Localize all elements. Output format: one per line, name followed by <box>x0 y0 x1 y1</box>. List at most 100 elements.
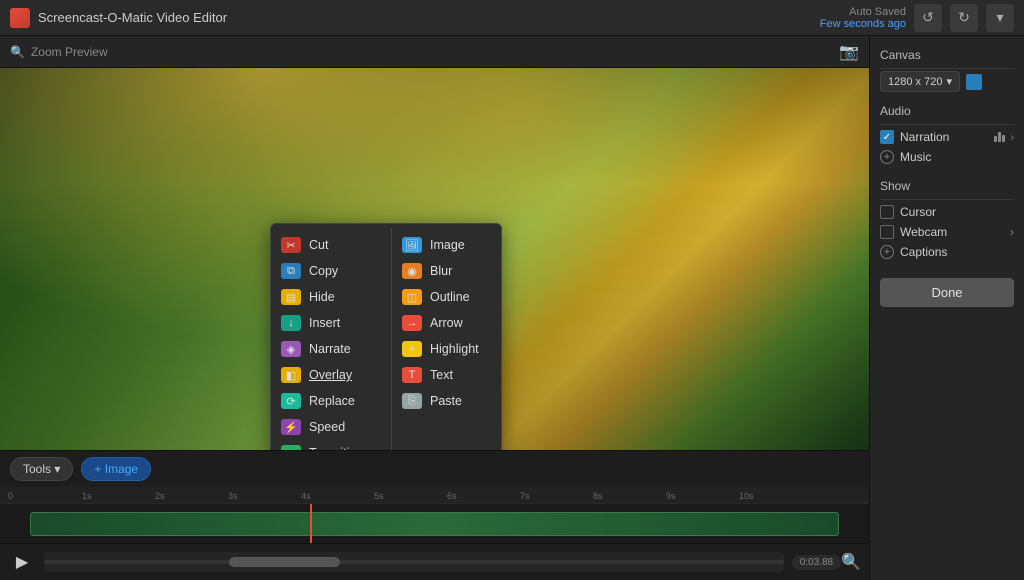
replace-icon: ⟳ <box>281 393 301 409</box>
speed-icon: ⚡ <box>281 419 301 435</box>
ruler-tick-1: 1s <box>82 491 92 501</box>
video-track-segment <box>30 512 839 536</box>
webcam-item: Webcam › <box>880 222 1014 242</box>
hide-label: Hide <box>309 290 335 304</box>
copy-label: Copy <box>309 264 338 278</box>
ruler-tick-4: 4s <box>301 491 311 501</box>
paste-label: Paste <box>430 394 462 408</box>
arrow-icon: → <box>402 315 422 331</box>
narrate-label: Narrate <box>309 342 351 356</box>
menu-item-blur[interactable]: ◉ Blur <box>392 258 501 284</box>
ruler-tick-7: 7s <box>520 491 530 501</box>
menu-item-highlight[interactable]: + Highlight <box>392 336 501 362</box>
overlay-icon: ◧ <box>281 367 301 383</box>
outline-icon: ◫ <box>402 289 422 305</box>
video-preview[interactable]: ✂ Cut ⧉ Copy ▤ Hide ↓ In <box>0 68 869 450</box>
menu-item-copy[interactable]: ⧉ Copy <box>271 258 391 284</box>
menu-item-text[interactable]: T Text <box>392 362 501 388</box>
app-title: Screencast-O-Matic Video Editor <box>38 10 227 25</box>
preview-toolbar: 🔍 Zoom Preview 📷 <box>0 36 869 68</box>
outline-label: Outline <box>430 290 470 304</box>
canvas-section: Canvas 1280 x 720 ▾ <box>880 48 1014 92</box>
hide-icon: ▤ <box>281 289 301 305</box>
cursor-checkbox[interactable] <box>880 205 894 219</box>
ruler-tick-9: 9s <box>666 491 676 501</box>
narration-label: Narration <box>900 130 988 144</box>
captions-label: Captions <box>900 245 947 259</box>
timeline-track[interactable] <box>0 503 869 543</box>
timeline-area: Tools ▾ + Image 0 1s 2s 3s 4s 5s 6s 7s 8… <box>0 450 869 580</box>
transition-icon: ⇢ <box>281 445 301 450</box>
narration-item: ✓ Narration › <box>880 127 1014 147</box>
search-icon-timeline[interactable]: 🔍 <box>841 552 861 572</box>
bar3 <box>1002 135 1005 142</box>
captions-item[interactable]: + Captions <box>880 242 1014 262</box>
menu-item-speed[interactable]: ⚡ Speed <box>271 414 391 440</box>
scrollbar-thumb[interactable] <box>229 557 340 567</box>
bar1 <box>994 136 997 142</box>
titlebar: Screencast-O-Matic Video Editor Auto Sav… <box>0 0 1024 36</box>
add-music-icon: + <box>880 150 894 164</box>
menu-item-outline[interactable]: ◫ Outline <box>392 284 501 310</box>
menu-item-cut[interactable]: ✂ Cut <box>271 232 391 258</box>
app: Screencast-O-Matic Video Editor Auto Sav… <box>0 0 1024 580</box>
bar2 <box>998 132 1001 142</box>
screenshot-icon[interactable]: 📷 <box>839 42 859 62</box>
menu-item-transition[interactable]: ⇢ Transition <box>271 440 391 450</box>
main: 🔍 Zoom Preview 📷 ✂ Cut <box>0 36 1024 580</box>
menu-col-left: ✂ Cut ⧉ Copy ▤ Hide ↓ In <box>271 228 391 450</box>
copy-icon: ⧉ <box>281 263 301 279</box>
narration-bars <box>994 132 1005 142</box>
menu-item-replace[interactable]: ⟳ Replace <box>271 388 391 414</box>
music-item[interactable]: + Music <box>880 147 1014 167</box>
canvas-color-picker[interactable] <box>966 74 982 90</box>
playhead[interactable] <box>310 504 312 543</box>
replace-label: Replace <box>309 394 355 408</box>
menu-item-insert[interactable]: ↓ Insert <box>271 310 391 336</box>
narrate-icon: ◈ <box>281 341 301 357</box>
webcam-checkbox[interactable] <box>880 225 894 239</box>
timeline-controls: ▶ 0:03.88 🔍 <box>0 543 869 580</box>
menu-item-paste[interactable]: ⎘ Paste <box>392 388 501 414</box>
undo-button[interactable]: ↺ <box>914 4 942 32</box>
menu-item-narrate[interactable]: ◈ Narrate <box>271 336 391 362</box>
right-panel: Canvas 1280 x 720 ▾ Audio ✓ Narration <box>869 36 1024 580</box>
cut-icon: ✂ <box>281 237 301 253</box>
timeline-ruler: 0 1s 2s 3s 4s 5s 6s 7s 8s 9s 10s <box>0 487 869 503</box>
menu-item-overlay[interactable]: ◧ Overlay <box>271 362 391 388</box>
add-captions-icon: + <box>880 245 894 259</box>
resolution-label: 1280 x 720 <box>888 76 942 88</box>
search-icon: 🔍 <box>10 45 25 59</box>
cut-label: Cut <box>309 238 328 252</box>
ruler-tick-0: 0 <box>8 491 13 501</box>
redo-button[interactable]: ↻ <box>950 4 978 32</box>
arrow-label: Arrow <box>430 316 463 330</box>
play-button[interactable]: ▶ <box>8 548 36 576</box>
add-image-button[interactable]: + Image <box>81 457 151 481</box>
webcam-expand-icon[interactable]: › <box>1010 225 1014 239</box>
image-label: Image <box>430 238 465 252</box>
chevron-down-icon: ▾ <box>946 75 952 88</box>
audio-divider <box>880 124 1014 125</box>
insert-icon: ↓ <box>281 315 301 331</box>
text-label: Text <box>430 368 453 382</box>
music-label: Music <box>900 150 931 164</box>
menu-item-arrow[interactable]: → Arrow <box>392 310 501 336</box>
text-icon: T <box>402 367 422 383</box>
blur-icon: ◉ <box>402 263 422 279</box>
done-button[interactable]: Done <box>880 278 1014 307</box>
menu-col-right: 🖼 Image ◉ Blur ◫ Outline → <box>391 228 501 450</box>
timeline-scrollbar[interactable] <box>44 552 784 572</box>
show-section: Show Cursor Webcam › + Captions <box>880 179 1014 262</box>
more-button[interactable]: ▾ <box>986 4 1014 32</box>
narration-expand-icon[interactable]: › <box>1011 132 1014 143</box>
titlebar-left: Screencast-O-Matic Video Editor <box>10 8 227 28</box>
tools-button[interactable]: Tools ▾ <box>10 457 73 481</box>
menu-item-image[interactable]: 🖼 Image <box>392 232 501 258</box>
canvas-row: 1280 x 720 ▾ <box>880 71 1014 92</box>
canvas-resolution-select[interactable]: 1280 x 720 ▾ <box>880 71 960 92</box>
menu-item-hide[interactable]: ▤ Hide <box>271 284 391 310</box>
narration-checkbox[interactable]: ✓ <box>880 130 894 144</box>
ruler-tick-8: 8s <box>593 491 603 501</box>
insert-label: Insert <box>309 316 340 330</box>
